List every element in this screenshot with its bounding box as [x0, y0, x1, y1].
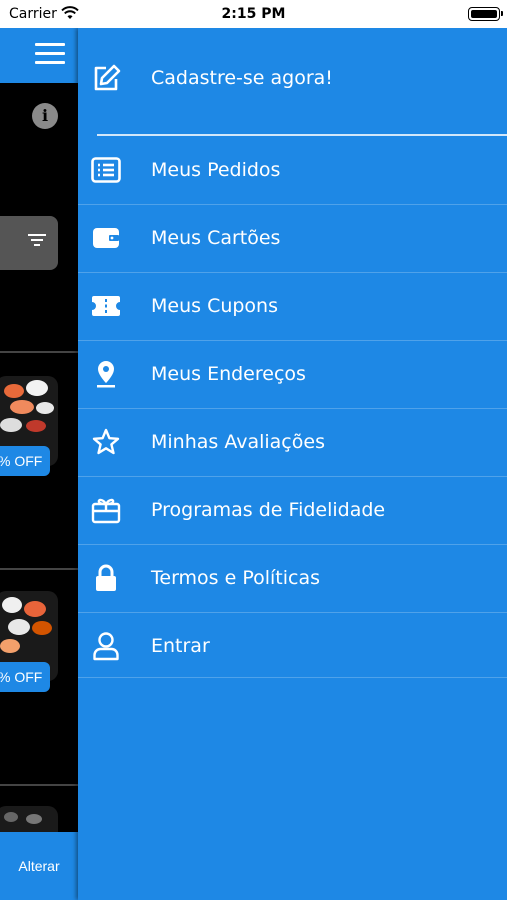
background-screen: i % OFF % OFF Alterar — [0, 28, 78, 900]
filter-icon[interactable] — [28, 234, 46, 248]
wallet-icon — [90, 222, 122, 254]
user-icon — [90, 630, 122, 662]
discount-badge: % OFF — [0, 662, 50, 692]
info-icon[interactable]: i — [32, 103, 58, 129]
drawer-item-label: Entrar — [151, 635, 210, 657]
discount-badge: % OFF — [0, 446, 50, 476]
alter-button[interactable]: Alterar — [0, 832, 78, 900]
edit-icon — [90, 62, 122, 94]
drawer-item-label: Programas de Fidelidade — [151, 499, 386, 521]
ticket-icon — [90, 290, 122, 322]
app-header — [0, 28, 78, 83]
drawer-item-loyalty[interactable]: Programas de Fidelidade — [78, 476, 507, 544]
drawer-item-addresses[interactable]: Meus Endereços — [78, 340, 507, 408]
drawer-item-label: Minhas Avaliações — [151, 431, 325, 453]
row-divider — [78, 677, 507, 678]
drawer-item-label: Termos e Políticas — [151, 567, 321, 589]
drawer-item-label: Cadastre-se agora! — [151, 67, 333, 89]
hamburger-menu-icon[interactable] — [35, 43, 65, 65]
drawer-item-login[interactable]: Entrar — [78, 612, 507, 680]
drawer-item-label: Meus Cartões — [151, 227, 281, 249]
drawer-item-label: Meus Pedidos — [151, 159, 281, 181]
status-bar: Carrier 2:15 PM — [0, 0, 507, 28]
status-time: 2:15 PM — [221, 6, 286, 22]
drawer-item-coupons[interactable]: Meus Cupons — [78, 272, 507, 340]
lock-icon — [90, 562, 122, 594]
gift-icon — [90, 494, 122, 526]
drawer-item-label: Meus Endereços — [151, 363, 306, 385]
divider — [0, 568, 78, 570]
drawer-item-reviews[interactable]: Minhas Avaliações — [78, 408, 507, 476]
divider — [0, 351, 78, 353]
divider — [0, 784, 78, 786]
drawer-item-terms[interactable]: Termos e Políticas — [78, 544, 507, 612]
location-pin-icon — [90, 358, 122, 390]
drawer-item-signup[interactable]: Cadastre-se agora! — [78, 58, 507, 98]
drawer-item-label: Meus Cupons — [151, 295, 278, 317]
star-icon — [90, 426, 122, 458]
list-icon — [90, 154, 122, 186]
battery-icon — [468, 7, 503, 21]
drawer-item-orders[interactable]: Meus Pedidos — [78, 136, 507, 204]
navigation-drawer: Cadastre-se agora! Meus Pedidos Meus Car… — [78, 28, 507, 900]
drawer-item-cards[interactable]: Meus Cartões — [78, 204, 507, 272]
